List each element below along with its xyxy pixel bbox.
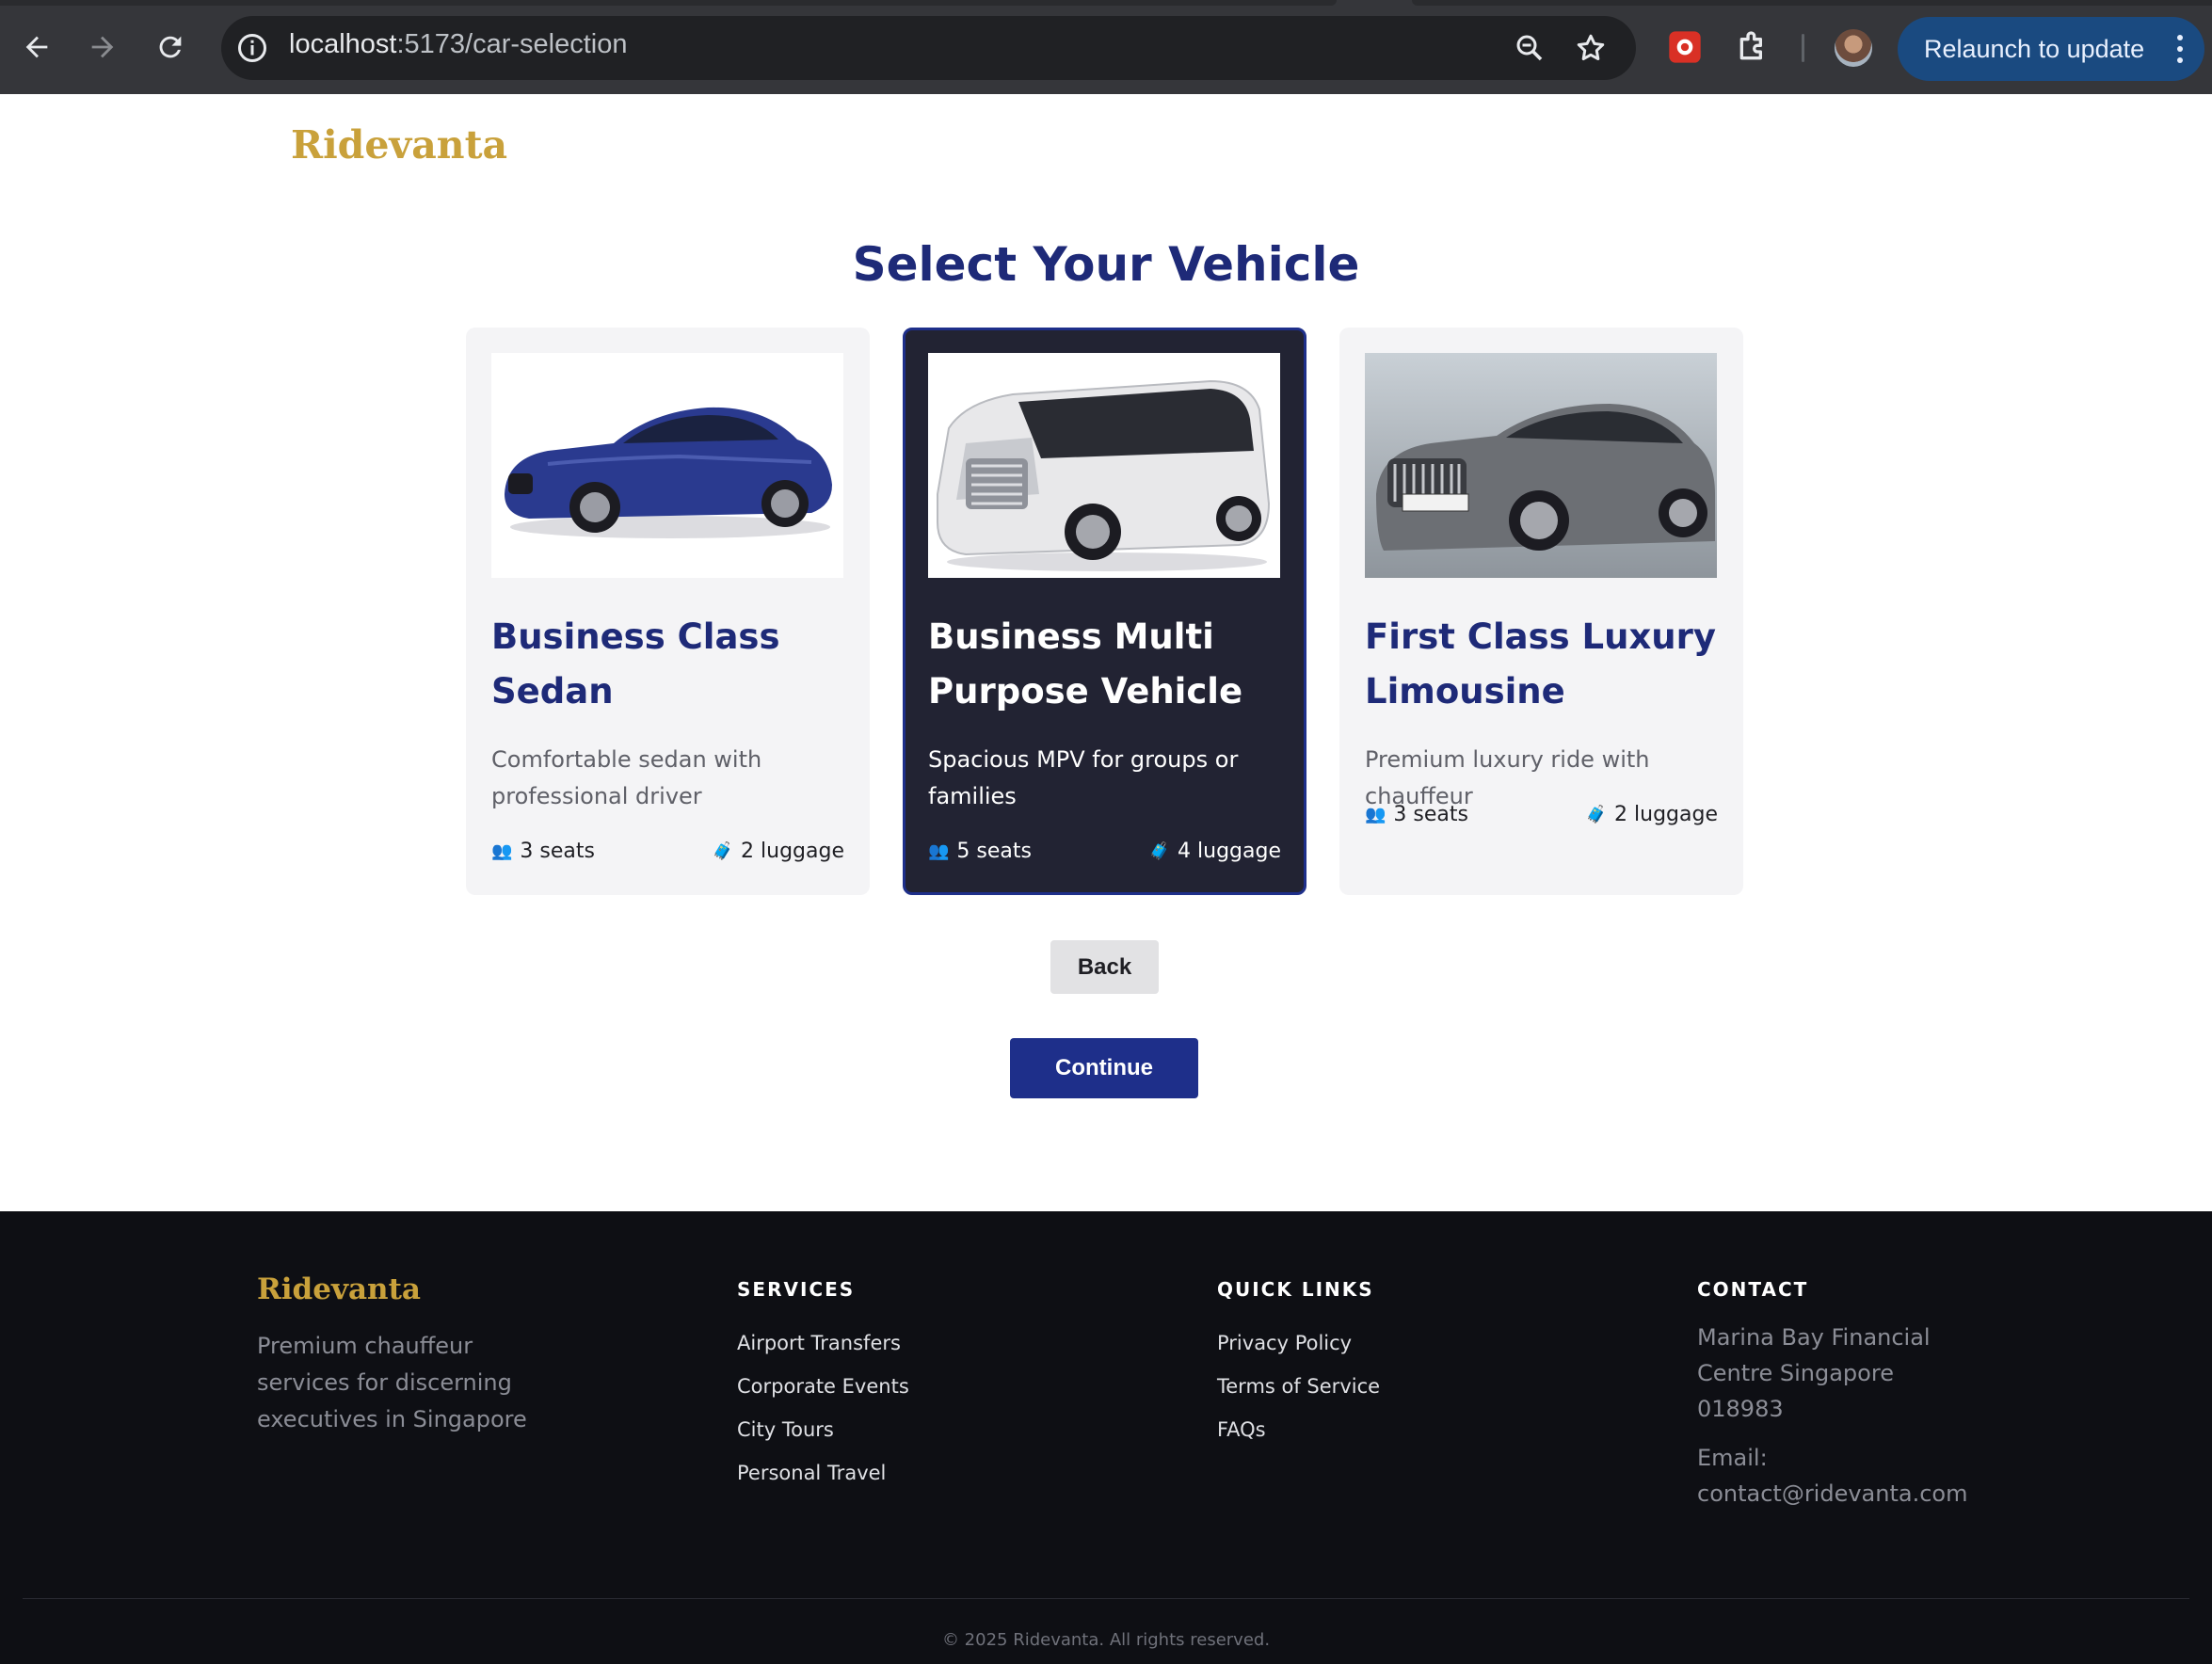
footer-link-corporate-events[interactable]: Corporate Events: [737, 1365, 909, 1408]
address-bar[interactable]: localhost:5173/car-selection: [221, 16, 1636, 80]
url-path: :5173/car-selection: [396, 29, 628, 59]
limousine-car-image: [1365, 353, 1717, 578]
sedan-car-image: [491, 353, 843, 578]
luggage-icon: 🧳: [1148, 841, 1171, 861]
kebab-menu-icon[interactable]: [2176, 34, 2184, 64]
brand-logo[interactable]: Ridevanta: [291, 122, 507, 168]
footer-contact: CONTACT Marina Bay Financial Centre Sing…: [1697, 1272, 1980, 1512]
seats-info: 👥 5 seats: [928, 840, 1032, 863]
vehicle-photo-sedan: [491, 353, 843, 578]
footer-address: Marina Bay Financial Centre Singapore 01…: [1697, 1324, 1931, 1422]
bookmark-star-icon[interactable]: [1574, 31, 1608, 65]
luggage-icon: 🧳: [712, 841, 734, 861]
url-text[interactable]: localhost:5173/car-selection: [289, 29, 628, 60]
continue-button[interactable]: Continue: [1010, 1038, 1198, 1098]
footer-divider: [23, 1598, 2189, 1599]
seats-info: 👥 3 seats: [491, 840, 595, 863]
back-arrow-icon[interactable]: [10, 21, 63, 73]
tab-strip-edge: [1412, 0, 2212, 6]
vehicle-title: First Class Luxury Limousine: [1365, 616, 1717, 712]
luggage-count: 2 luggage: [1614, 803, 1718, 826]
luggage-icon: 🧳: [1585, 805, 1608, 824]
seats-count: 3 seats: [520, 840, 595, 863]
forward-arrow-icon[interactable]: [76, 21, 129, 73]
url-host: localhost: [289, 29, 397, 59]
site-footer: Ridevanta Premium chauffeur services for…: [0, 1211, 2212, 1664]
vehicle-photo-mpv: [928, 353, 1280, 578]
puzzle-extensions-icon[interactable]: [1734, 28, 1771, 66]
vehicle-description: Comfortable sedan with professional driv…: [491, 746, 762, 809]
footer-brand: Ridevanta: [257, 1272, 421, 1306]
people-icon: 👥: [928, 841, 950, 861]
luggage-info: 🧳 4 luggage: [1149, 840, 1281, 863]
vehicle-card-limousine[interactable]: First Class Luxury Limousine Premium lux…: [1339, 328, 1743, 895]
footer-tagline: Premium chauffeur services for discernin…: [257, 1333, 527, 1432]
footer-email[interactable]: Email: contact@ridevanta.com: [1697, 1440, 1980, 1512]
footer-services-heading: SERVICES: [737, 1278, 856, 1301]
footer-copyright: © 2025 Ridevanta. All rights reserved.: [941, 1630, 1271, 1650]
footer-link-faqs[interactable]: FAQs: [1217, 1408, 1380, 1451]
site-info-icon[interactable]: [235, 31, 269, 65]
luggage-count: 2 luggage: [741, 840, 844, 863]
luggage-count: 4 luggage: [1178, 840, 1281, 863]
people-icon: 👥: [1365, 805, 1387, 824]
luggage-info: 🧳 2 luggage: [1586, 803, 1718, 826]
browser-toolbar: localhost:5173/car-selection Relaunch to…: [0, 0, 2212, 94]
seats-info: 👥 3 seats: [1365, 803, 1468, 826]
page-title: Select Your Vehicle: [852, 237, 1360, 292]
footer-quick-links-heading: QUICK LINKS: [1217, 1278, 1374, 1301]
toolbar-divider: [1802, 34, 1804, 62]
footer-quick-links: QUICK LINKS Privacy Policy Terms of Serv…: [1217, 1272, 1380, 1451]
luggage-info: 🧳 2 luggage: [713, 840, 844, 863]
footer-contact-heading: CONTACT: [1697, 1278, 1809, 1301]
seats-count: 3 seats: [1393, 803, 1468, 826]
vehicle-photo-limousine: [1365, 353, 1717, 578]
extension-icon[interactable]: [1666, 28, 1704, 66]
relaunch-label: Relaunch to update: [1924, 34, 2145, 63]
vehicle-description: Spacious MPV for groups or families: [928, 746, 1239, 809]
footer-link-personal-travel[interactable]: Personal Travel: [737, 1451, 909, 1495]
relaunch-button[interactable]: Relaunch to update: [1898, 17, 2204, 81]
profile-avatar[interactable]: [1835, 29, 1872, 67]
vehicle-card-sedan[interactable]: Business Class Sedan Comfortable sedan w…: [466, 328, 870, 895]
vehicle-title: Business Class Sedan: [491, 616, 780, 712]
zoom-icon[interactable]: [1513, 31, 1547, 65]
reload-icon[interactable]: [144, 21, 197, 73]
back-button[interactable]: Back: [1050, 940, 1159, 994]
footer-link-airport-transfers[interactable]: Airport Transfers: [737, 1321, 909, 1365]
footer-services: SERVICES Airport Transfers Corporate Eve…: [737, 1272, 909, 1495]
footer-link-city-tours[interactable]: City Tours: [737, 1408, 909, 1451]
vehicle-card-mpv[interactable]: Business Multi Purpose Vehicle Spacious …: [903, 328, 1306, 895]
seats-count: 5 seats: [956, 840, 1032, 863]
footer-link-privacy-policy[interactable]: Privacy Policy: [1217, 1321, 1380, 1365]
mpv-car-image: [928, 353, 1280, 578]
tab-strip-edge: [0, 0, 1337, 6]
vehicle-title: Business Multi Purpose Vehicle: [928, 616, 1243, 712]
people-icon: 👥: [491, 841, 513, 861]
footer-link-terms-of-service[interactable]: Terms of Service: [1217, 1365, 1380, 1408]
